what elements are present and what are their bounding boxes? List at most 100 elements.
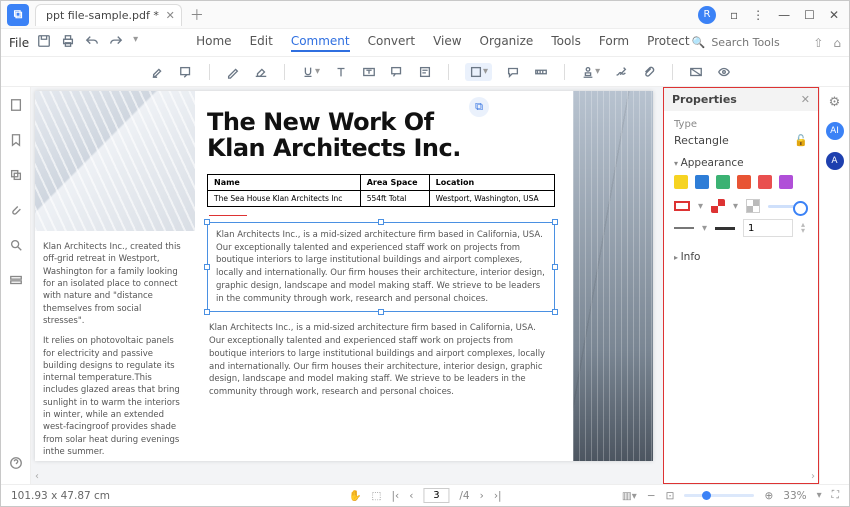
resize-handle[interactable] bbox=[378, 219, 384, 225]
swatch-green[interactable] bbox=[716, 175, 730, 189]
stamp-tool-icon[interactable]: ▾ bbox=[581, 65, 600, 79]
user-avatar[interactable]: R bbox=[698, 6, 716, 24]
area-highlight-icon[interactable] bbox=[179, 65, 193, 79]
fit-icon[interactable]: ⊡ bbox=[666, 490, 675, 502]
resize-handle[interactable] bbox=[552, 309, 558, 315]
swatch-red[interactable] bbox=[758, 175, 772, 189]
menu-organize[interactable]: Organize bbox=[480, 34, 534, 52]
fullscreen-icon[interactable]: ⛶ bbox=[832, 489, 839, 502]
note-tool-icon[interactable] bbox=[418, 65, 432, 79]
show-comments-icon[interactable] bbox=[717, 65, 731, 79]
app-menu-icon[interactable]: ▫ bbox=[730, 8, 738, 22]
menu-comment[interactable]: Comment bbox=[291, 34, 350, 52]
fill-color-button[interactable] bbox=[711, 199, 725, 213]
resize-handle[interactable] bbox=[204, 264, 210, 270]
window-maximize-icon[interactable]: ☐ bbox=[804, 8, 815, 22]
menu-tools[interactable]: Tools bbox=[551, 34, 581, 52]
help-icon[interactable] bbox=[9, 455, 23, 474]
settings-sliders-icon[interactable]: ⚙ bbox=[829, 95, 841, 110]
menu-view[interactable]: View bbox=[433, 34, 461, 52]
attach-tool-icon[interactable] bbox=[642, 65, 656, 79]
hand-tool-icon[interactable]: ✋ bbox=[348, 489, 361, 502]
menu-edit[interactable]: Edit bbox=[250, 34, 273, 52]
upload-icon[interactable]: ⇧ bbox=[813, 36, 823, 50]
view-mode-icon[interactable]: ▥▾ bbox=[622, 490, 637, 502]
type-value: Rectangle bbox=[674, 134, 729, 147]
layers-icon[interactable] bbox=[9, 167, 23, 186]
zoom-in-icon[interactable]: ⊕ bbox=[764, 490, 773, 502]
bookmarks-icon[interactable] bbox=[9, 132, 23, 151]
last-page-icon[interactable]: ›| bbox=[494, 490, 502, 502]
thumbnails-icon[interactable] bbox=[9, 97, 23, 116]
menu-file[interactable]: File bbox=[9, 36, 29, 50]
line-weight-button[interactable] bbox=[715, 227, 735, 230]
resize-handle[interactable] bbox=[552, 219, 558, 225]
qat-more-icon[interactable]: ▾ bbox=[133, 34, 138, 51]
signature-tool-icon[interactable] bbox=[614, 65, 628, 79]
page-number-input[interactable] bbox=[423, 488, 449, 503]
search-input[interactable] bbox=[711, 36, 801, 49]
stepper-icon[interactable]: ▴▾ bbox=[801, 222, 805, 233]
callout-tool-icon[interactable] bbox=[390, 65, 404, 79]
zoom-out-icon[interactable]: − bbox=[647, 490, 656, 502]
thickness-input[interactable] bbox=[743, 219, 793, 237]
window-minimize-icon[interactable]: — bbox=[778, 8, 790, 22]
architecture-image-right bbox=[573, 91, 653, 461]
swatch-yellow[interactable] bbox=[674, 175, 688, 189]
save-icon[interactable] bbox=[37, 34, 51, 51]
swatch-orange[interactable] bbox=[737, 175, 751, 189]
kebab-menu-icon[interactable]: ⋮ bbox=[752, 8, 764, 22]
hscroll-right-icon[interactable]: › bbox=[811, 471, 815, 482]
swatch-purple[interactable] bbox=[779, 175, 793, 189]
pencil-tool-icon[interactable] bbox=[226, 65, 240, 79]
hide-comments-icon[interactable] bbox=[689, 65, 703, 79]
resize-handle[interactable] bbox=[204, 219, 210, 225]
next-page-icon[interactable]: › bbox=[480, 490, 484, 502]
selected-rectangle-annotation[interactable]: Klan Architects Inc., is a mid-sized arc… bbox=[207, 222, 555, 313]
tab-close-icon[interactable]: ✕ bbox=[166, 9, 175, 22]
hscroll-left-icon[interactable]: ‹ bbox=[35, 471, 39, 482]
ai-button[interactable]: AI bbox=[826, 122, 844, 140]
shape-tool-icon[interactable]: ▾ bbox=[465, 63, 492, 81]
menu-convert[interactable]: Convert bbox=[368, 34, 415, 52]
new-tab-button[interactable]: ＋ bbox=[190, 5, 204, 25]
comment-bubble-icon[interactable] bbox=[506, 65, 520, 79]
prev-page-icon[interactable]: ‹ bbox=[409, 490, 413, 502]
eraser-tool-icon[interactable] bbox=[254, 65, 268, 79]
opacity-button[interactable] bbox=[746, 199, 760, 213]
resize-handle[interactable] bbox=[552, 264, 558, 270]
textbox-tool-icon[interactable] bbox=[362, 65, 376, 79]
fields-icon[interactable] bbox=[9, 272, 23, 291]
redo-icon[interactable] bbox=[109, 34, 123, 51]
lock-icon[interactable]: 🔓 bbox=[794, 134, 808, 147]
window-close-icon[interactable]: ✕ bbox=[829, 8, 839, 22]
info-section[interactable]: Info bbox=[674, 251, 808, 263]
select-tool-icon[interactable]: ⬚ bbox=[372, 490, 382, 502]
panel-close-icon[interactable]: ✕ bbox=[801, 93, 810, 106]
resize-handle[interactable] bbox=[204, 309, 210, 315]
zoom-slider[interactable] bbox=[684, 494, 754, 497]
undo-icon[interactable] bbox=[85, 34, 99, 51]
opacity-slider[interactable] bbox=[768, 205, 808, 208]
line-style-button[interactable] bbox=[674, 227, 694, 229]
home-icon[interactable]: ⌂ bbox=[833, 36, 841, 50]
menu-home[interactable]: Home bbox=[196, 34, 231, 52]
menu-form[interactable]: Form bbox=[599, 34, 629, 52]
attachments-icon[interactable] bbox=[9, 202, 23, 221]
first-page-icon[interactable]: |‹ bbox=[391, 490, 399, 502]
highlight-tool-icon[interactable] bbox=[151, 65, 165, 79]
swatch-blue[interactable] bbox=[695, 175, 709, 189]
document-tab[interactable]: ppt file-sample.pdf * ✕ bbox=[35, 4, 182, 26]
appearance-section[interactable]: Appearance bbox=[674, 157, 808, 169]
menu-protect[interactable]: Protect bbox=[647, 34, 689, 52]
underline-tool-icon[interactable]: ▾ bbox=[301, 65, 320, 79]
stroke-color-button[interactable] bbox=[674, 201, 690, 211]
document-canvas[interactable]: ⧉ Klan Architects Inc., created this off… bbox=[31, 87, 819, 484]
assist-button[interactable]: A bbox=[826, 152, 844, 170]
print-icon[interactable] bbox=[61, 34, 75, 51]
clip-badge-icon[interactable]: ⧉ bbox=[469, 97, 489, 117]
resize-handle[interactable] bbox=[378, 309, 384, 315]
text-tool-icon[interactable] bbox=[334, 65, 348, 79]
measure-tool-icon[interactable] bbox=[534, 65, 548, 79]
search-panel-icon[interactable] bbox=[9, 237, 23, 256]
